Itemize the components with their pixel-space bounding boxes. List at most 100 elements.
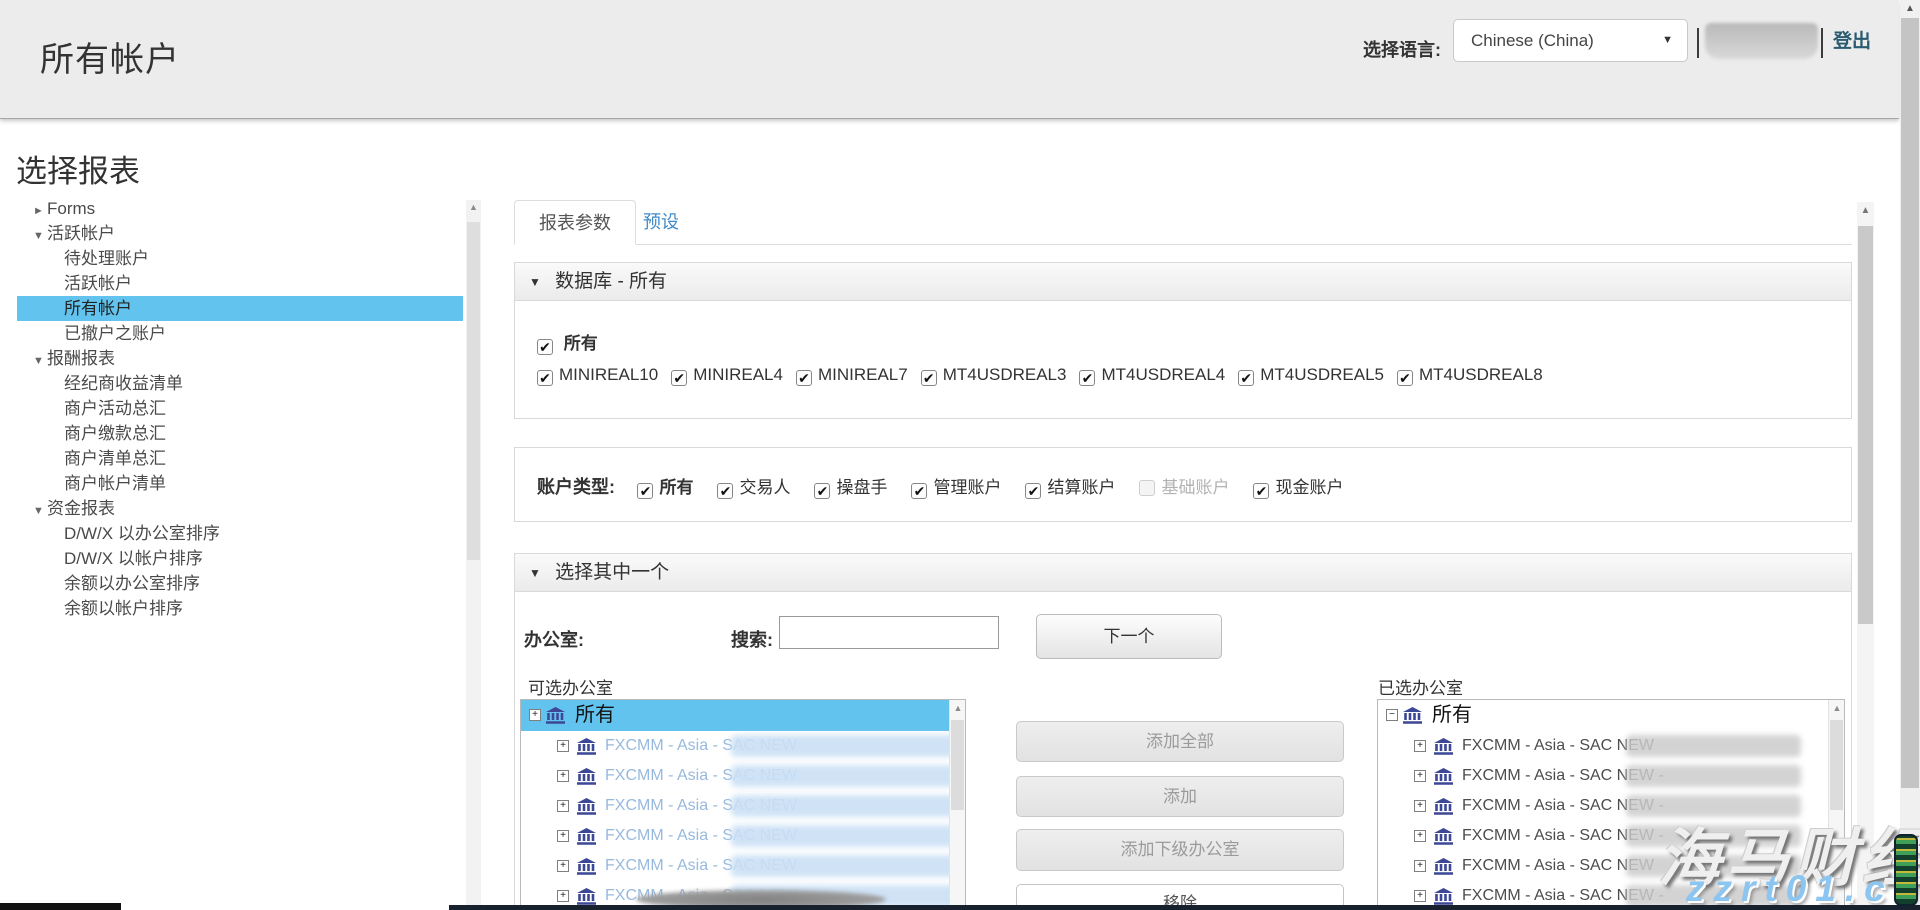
checkbox-MINIREAL10[interactable]: ✔ (537, 370, 553, 386)
sidebar-item-活跃帐户[interactable]: ▼活跃帐户 (17, 221, 463, 246)
sidebar-item-Forms[interactable]: ►Forms (17, 196, 463, 221)
checkbox-管理账户[interactable]: ✔ (911, 483, 927, 499)
checkbox-MINIREAL7[interactable]: ✔ (796, 370, 812, 386)
select-one-section-header[interactable]: ▼ 选择其中一个 (514, 553, 1852, 592)
sidebar-item-D/W/X 以帐户排序[interactable]: D/W/X 以帐户排序 (17, 546, 463, 571)
list-scrollbar-thumb[interactable] (1830, 720, 1843, 810)
checkbox-结算账户[interactable]: ✔ (1025, 483, 1041, 499)
sidebar-item-活跃帐户[interactable]: 活跃帐户 (17, 271, 463, 296)
checkbox-label[interactable]: MT4USDREAL5 (1260, 365, 1384, 384)
expand-plus-icon[interactable]: + (1414, 860, 1426, 872)
office-row-all[interactable]: +所有 (521, 700, 965, 731)
checkbox-label[interactable]: MT4USDREAL4 (1101, 365, 1225, 384)
database-section-body: ✔ 所有 ✔ MINIREAL10 ✔ MINIREAL4 ✔ MINIREAL7 ✔ MT4… (514, 301, 1852, 419)
checkbox-MT4USDREAL8[interactable]: ✔ (1397, 370, 1413, 386)
checkbox-label[interactable]: 操盘手 (836, 478, 887, 497)
checkbox-label[interactable]: MINIREAL10 (559, 365, 658, 384)
database-section-header[interactable]: ▼ 数据库 - 所有 (514, 262, 1852, 301)
bank-icon (1434, 888, 1453, 905)
next-button[interactable]: 下一个 (1036, 614, 1222, 659)
checkbox-操盘手[interactable]: ✔ (814, 483, 830, 499)
selected-offices-label: 已选办公室 (1378, 674, 1463, 699)
tree-item-label: 资金报表 (47, 499, 115, 518)
checkbox-database-all[interactable]: ✔ (537, 339, 553, 355)
tree-scrollbar[interactable]: ▲ (466, 200, 481, 907)
search-input[interactable] (779, 616, 999, 649)
sidebar-item-余额以帐户排序[interactable]: 余额以帐户排序 (17, 596, 463, 621)
checkbox-label[interactable]: 所有 (659, 478, 693, 497)
collapse-minus-icon[interactable]: − (1386, 709, 1398, 721)
sidebar-item-D/W/X 以办公室排序[interactable]: D/W/X 以办公室排序 (17, 521, 463, 546)
office-row[interactable]: +FXCMM - Asia - SAC NEW (521, 761, 965, 791)
sidebar-item-资金报表[interactable]: ▼资金报表 (17, 496, 463, 521)
list-scrollbar-thumb[interactable] (951, 720, 964, 810)
checkbox-MT4USDREAL5[interactable]: ✔ (1238, 370, 1254, 386)
office-row[interactable]: +FXCMM - Asia - SAC NEW (521, 821, 965, 851)
sidebar-item-商户缴款总汇[interactable]: 商户缴款总汇 (17, 421, 463, 446)
expand-plus-icon[interactable]: + (1414, 830, 1426, 842)
checkbox-label[interactable]: 结算账户 (1047, 478, 1115, 497)
office-row[interactable]: +FXCMM - Asia - SAC NEW (521, 851, 965, 881)
expand-plus-icon[interactable]: + (1414, 800, 1426, 812)
checkbox-label[interactable]: MINIREAL4 (693, 365, 783, 384)
logout-link[interactable]: 登出 (1833, 26, 1871, 53)
browser-scrollbar[interactable]: ▲ (1900, 0, 1920, 910)
scroll-up-icon[interactable]: ▲ (1900, 3, 1920, 14)
expand-plus-icon[interactable]: + (557, 770, 569, 782)
scroll-up-icon[interactable]: ▲ (466, 202, 481, 212)
office-row[interactable]: +FXCMM - Asia - SAC NEW - (1378, 761, 1844, 791)
expand-plus-icon[interactable]: + (557, 890, 569, 902)
checkbox-label[interactable]: MT4USDREAL8 (1419, 365, 1543, 384)
tree-item-label: 商户活动总汇 (64, 399, 166, 418)
expand-plus-icon[interactable]: + (529, 709, 541, 721)
checkbox-MT4USDREAL3[interactable]: ✔ (921, 370, 937, 386)
checkbox-MT4USDREAL4[interactable]: ✔ (1079, 370, 1095, 386)
checkbox-交易人[interactable]: ✔ (717, 483, 733, 499)
checkbox-label[interactable]: 现金账户 (1275, 478, 1343, 497)
list-scrollbar[interactable]: ▲ (949, 700, 965, 909)
office-row[interactable]: +FXCMM - Asia - SAC NEW (1378, 731, 1844, 761)
sidebar-item-报酬报表[interactable]: ▼报酬报表 (17, 346, 463, 371)
expand-plus-icon[interactable]: + (1414, 890, 1426, 902)
checkbox-label[interactable]: 所有 (564, 334, 598, 353)
expand-plus-icon[interactable]: + (557, 860, 569, 872)
panel-scrollbar[interactable]: ▲ (1857, 202, 1874, 907)
panel-scrollbar-thumb[interactable] (1858, 226, 1873, 624)
tree-scrollbar-thumb[interactable] (467, 222, 480, 560)
checkbox-label[interactable]: MINIREAL7 (818, 365, 908, 384)
checkbox-label[interactable]: MT4USDREAL3 (943, 365, 1067, 384)
expand-plus-icon[interactable]: + (1414, 740, 1426, 752)
checkbox-现金账户[interactable]: ✔ (1253, 483, 1269, 499)
sidebar-item-经纪商收益清单[interactable]: 经纪商收益清单 (17, 371, 463, 396)
sidebar-item-已撤户之账户[interactable]: 已撤户之账户 (17, 321, 463, 346)
sidebar-item-余额以办公室排序[interactable]: 余额以办公室排序 (17, 571, 463, 596)
tree-item-label: D/W/X 以办公室排序 (64, 524, 220, 543)
expand-plus-icon[interactable]: + (557, 830, 569, 842)
sidebar-item-商户帐户清单[interactable]: 商户帐户清单 (17, 471, 463, 496)
sidebar-item-待处理账户[interactable]: 待处理账户 (17, 246, 463, 271)
triangle-down-icon[interactable]: ▼ (17, 224, 47, 249)
expand-plus-icon[interactable]: + (557, 800, 569, 812)
scroll-up-icon[interactable]: ▲ (1857, 205, 1874, 216)
sidebar-item-商户活动总汇[interactable]: 商户活动总汇 (17, 396, 463, 421)
checkbox-MINIREAL4[interactable]: ✔ (671, 370, 687, 386)
checkbox-label[interactable]: 管理账户 (933, 478, 1001, 497)
scroll-up-icon[interactable]: ▲ (1829, 703, 1845, 713)
tab-report-parameters[interactable]: 报表参数 (514, 200, 636, 245)
triangle-down-icon[interactable]: ▼ (17, 499, 47, 524)
office-row[interactable]: +FXCMM - Asia - SAC NEW (521, 731, 965, 761)
expand-plus-icon[interactable]: + (1414, 770, 1426, 782)
checkbox-所有[interactable]: ✔ (637, 483, 653, 499)
browser-scrollbar-thumb[interactable] (1901, 18, 1919, 788)
scroll-up-icon[interactable]: ▲ (950, 703, 966, 713)
expand-plus-icon[interactable]: + (557, 740, 569, 752)
checkbox-label[interactable]: 交易人 (739, 478, 790, 497)
office-row-all[interactable]: −所有 (1378, 700, 1844, 731)
language-select[interactable]: Chinese (China) ▼ (1453, 19, 1688, 62)
account-type-section: 账户类型: ✔所有✔交易人✔操盘手✔管理账户✔结算账户基础账户✔现金账户 (514, 447, 1852, 522)
tab-presets[interactable]: 预设 (619, 200, 703, 245)
sidebar-item-商户清单总汇[interactable]: 商户清单总汇 (17, 446, 463, 471)
sidebar-item-所有帐户[interactable]: 所有帐户 (17, 296, 463, 321)
office-row[interactable]: +FXCMM - Asia - SAC NEW (521, 791, 965, 821)
triangle-down-icon[interactable]: ▼ (17, 349, 47, 374)
